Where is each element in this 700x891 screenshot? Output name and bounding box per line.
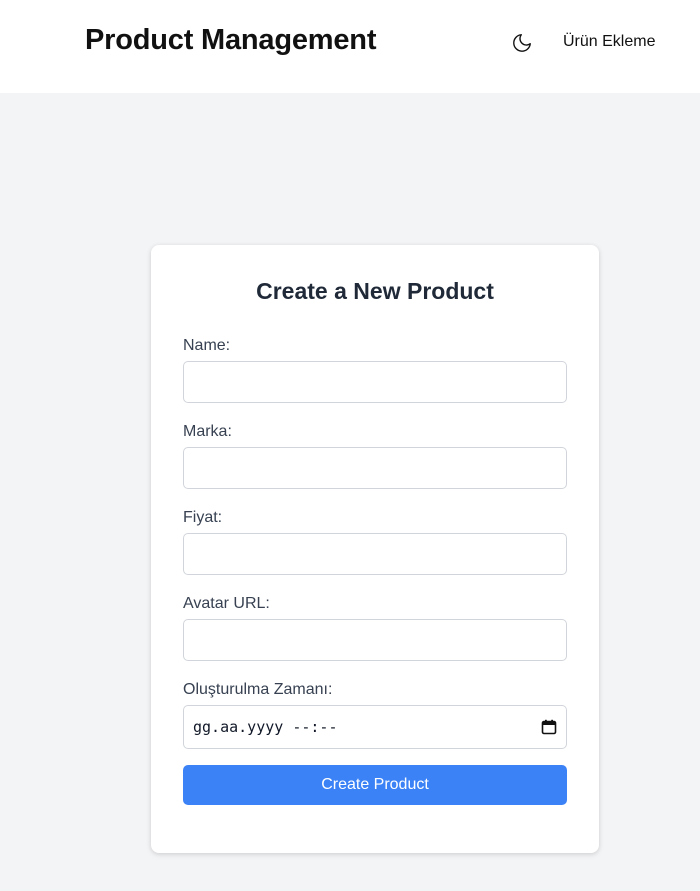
avatar-url-input[interactable] bbox=[183, 619, 567, 661]
calendar-icon[interactable] bbox=[541, 719, 557, 735]
brand-label: Marka: bbox=[183, 423, 232, 440]
price-input[interactable] bbox=[183, 533, 567, 575]
form-title: Create a New Product bbox=[256, 278, 494, 304]
created-at-datetime-input[interactable]: gg.aa.yyyy --:-- bbox=[183, 705, 567, 749]
created-at-label: Oluşturulma Zamanı: bbox=[183, 681, 333, 698]
nav-link-add-product[interactable]: Ürün Ekleme bbox=[563, 33, 655, 51]
create-product-card: Create a New Product Name: Marka: Fiyat:… bbox=[151, 245, 599, 853]
create-product-button[interactable]: Create Product bbox=[183, 765, 567, 805]
moon-icon bbox=[513, 34, 531, 52]
name-label: Name: bbox=[183, 337, 231, 354]
theme-toggle-button[interactable] bbox=[510, 31, 534, 55]
name-input[interactable] bbox=[183, 361, 567, 403]
brand-input[interactable] bbox=[183, 447, 567, 489]
top-navbar: Product Management Ürün Ekleme bbox=[0, 0, 700, 93]
price-label: Fiyat: bbox=[183, 509, 223, 526]
app-title: Product Management bbox=[85, 24, 377, 56]
datetime-placeholder: gg.aa.yyyy --:-- bbox=[193, 718, 338, 736]
avatar-url-label: Avatar URL: bbox=[183, 595, 270, 612]
